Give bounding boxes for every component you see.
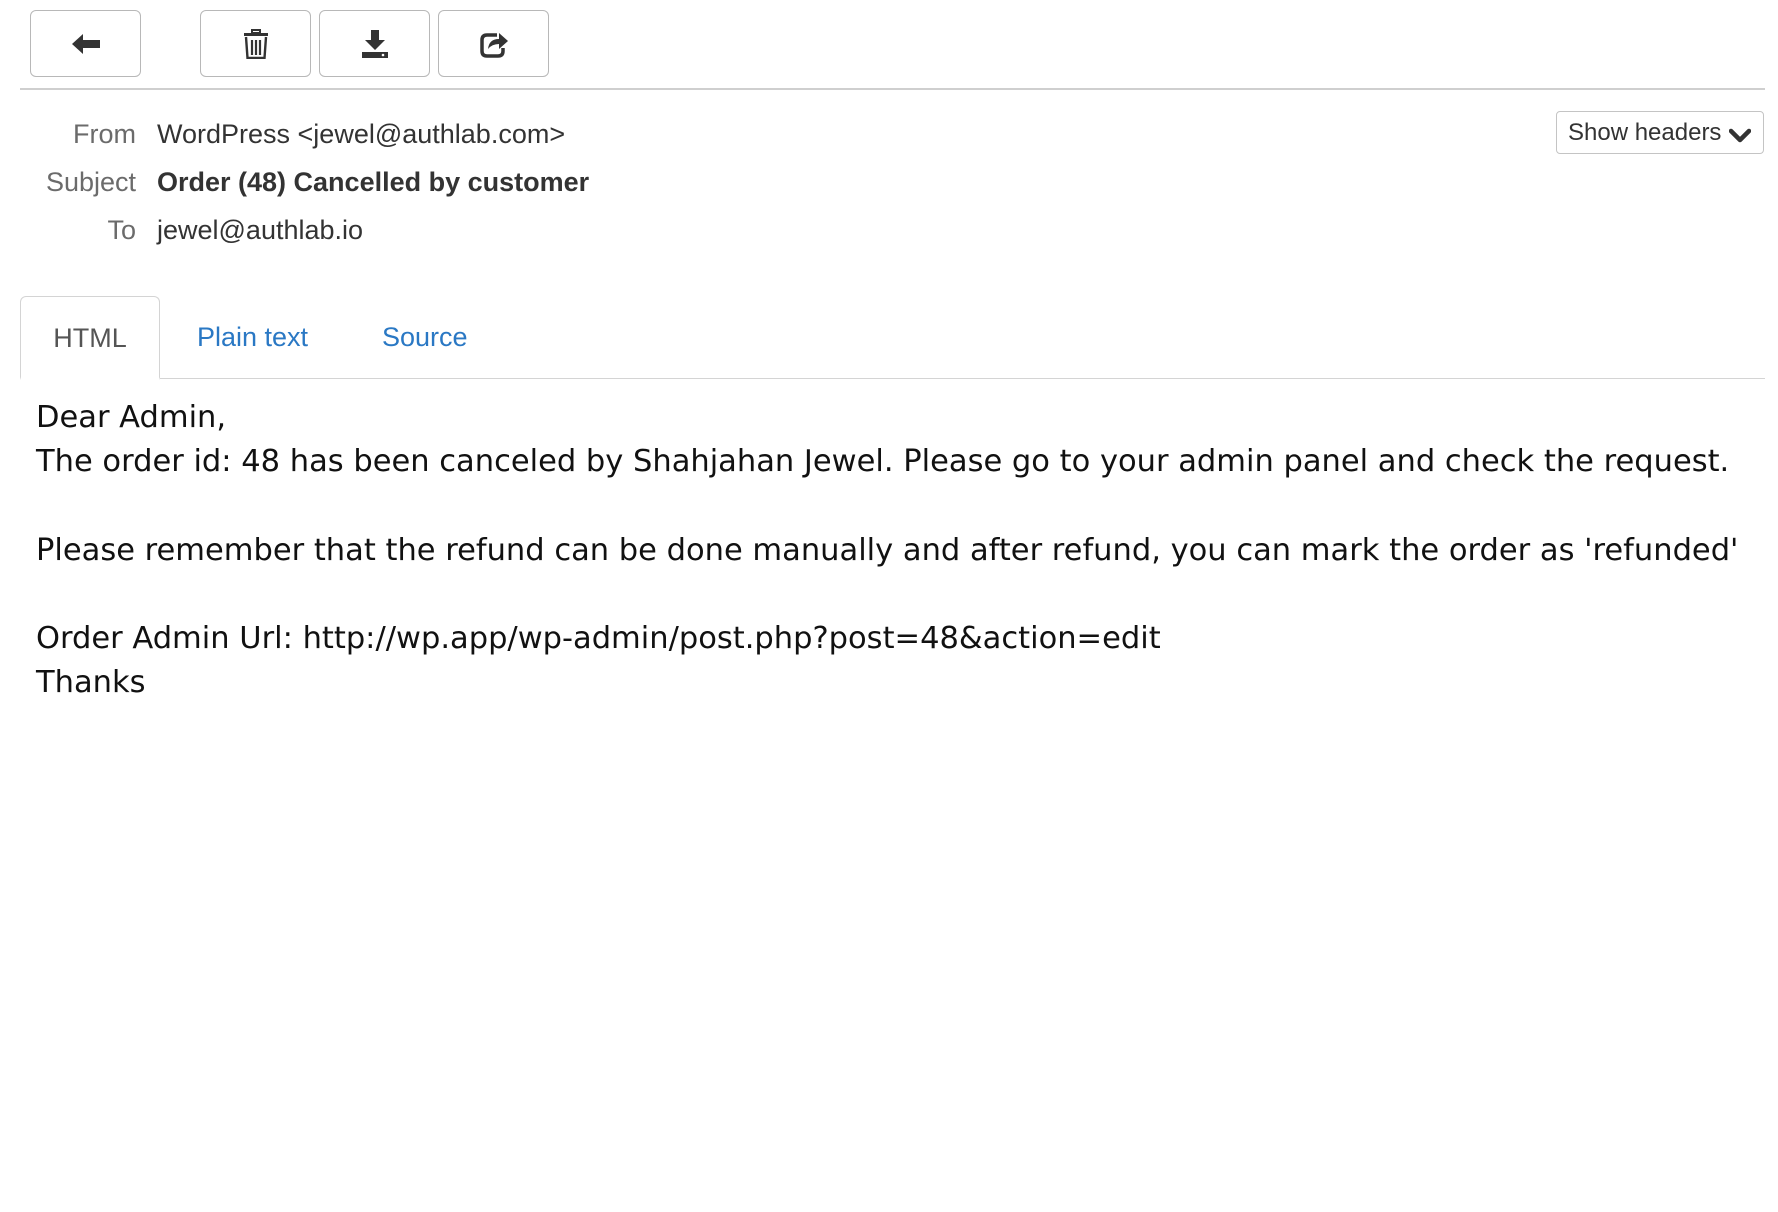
message-line — [36, 484, 1756, 528]
from-label: From — [73, 119, 136, 149]
download-icon — [361, 29, 389, 59]
view-tabs: HTML Plain text Source — [20, 296, 1765, 380]
tab-source[interactable]: Source — [382, 296, 468, 378]
message-body: Dear Admin, The order id: 48 has been ca… — [36, 396, 1756, 705]
message-line: Please remember that the refund can be d… — [36, 532, 1739, 568]
to-row: To jewel@authlab.io — [0, 210, 1200, 250]
tab-html[interactable]: HTML — [20, 296, 160, 380]
to-label: To — [107, 215, 136, 245]
toolbar — [20, 0, 1765, 90]
message-line: The order id: 48 has been canceled by Sh… — [36, 444, 1730, 480]
back-button[interactable] — [30, 10, 141, 77]
from-value: WordPress <jewel@authlab.com> — [157, 119, 566, 149]
forward-button[interactable] — [438, 10, 549, 77]
tab-plain-text[interactable]: Plain text — [197, 296, 308, 378]
arrow-left-icon — [71, 33, 101, 55]
message-line: Thanks — [36, 665, 146, 701]
subject-value: Order (48) Cancelled by customer — [157, 167, 590, 197]
message-line — [36, 573, 1756, 617]
subject-row: Subject Order (48) Cancelled by customer — [0, 162, 1200, 202]
subject-label: Subject — [45, 167, 136, 197]
trash-icon — [243, 28, 269, 59]
download-button[interactable] — [319, 10, 430, 77]
message-line: Order Admin Url: http://wp.app/wp-admin/… — [36, 620, 1161, 656]
chevron-down-icon — [1728, 123, 1752, 151]
to-value: jewel@authlab.io — [157, 215, 364, 245]
share-icon — [479, 30, 509, 58]
message-line: Dear Admin, — [36, 400, 227, 435]
show-headers-button[interactable]: Show headers — [1556, 111, 1764, 154]
delete-button[interactable] — [200, 10, 311, 77]
from-row: From WordPress <jewel@authlab.com> — [0, 114, 1200, 154]
show-headers-label: Show headers — [1568, 118, 1722, 146]
